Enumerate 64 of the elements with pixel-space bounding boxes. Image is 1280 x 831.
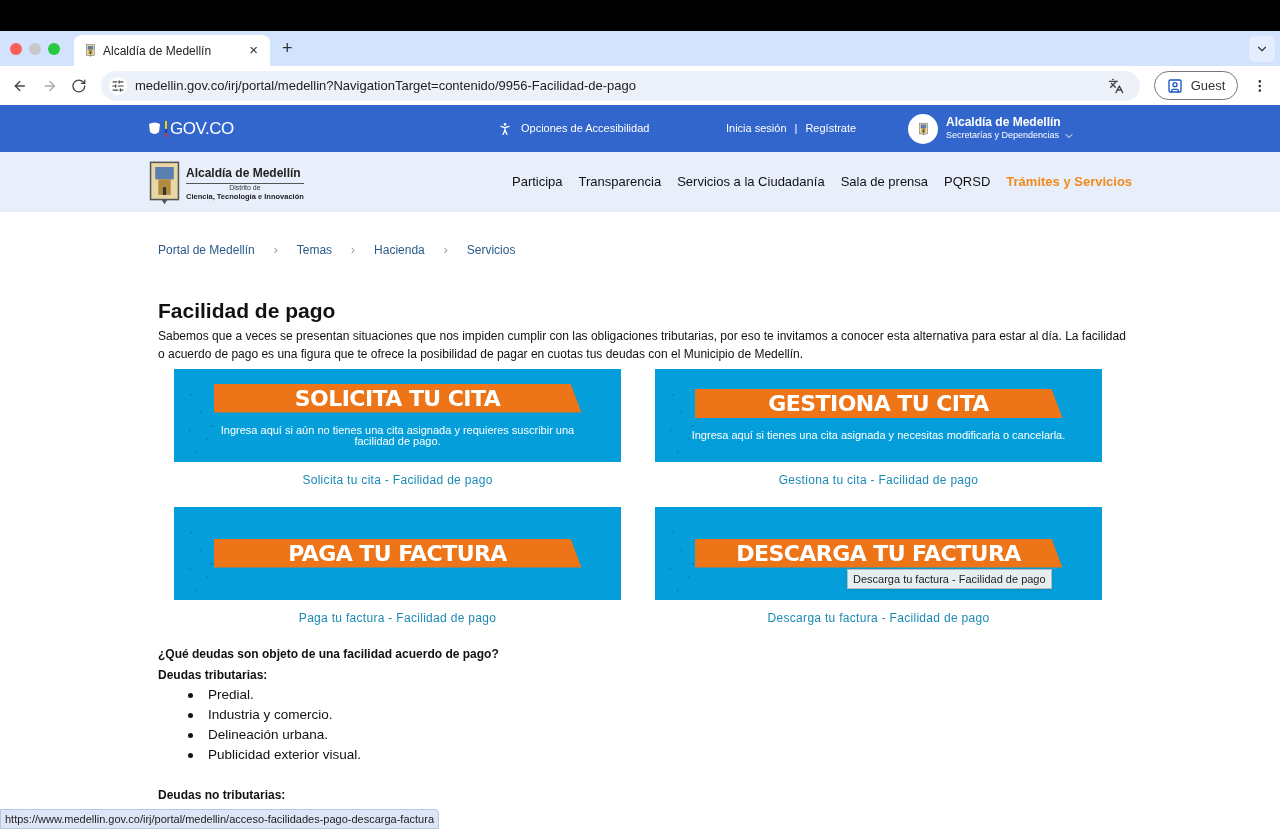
banner-subtitle: Ingresa aquí si tienes una cita asignada y necesitas modificarla o cancelarla. <box>690 430 1067 441</box>
gov-logo-text[interactable]: GOV.CO <box>170 115 234 142</box>
gov-emblem-icon <box>147 121 162 136</box>
new-tab-button[interactable]: + <box>282 35 293 62</box>
bullet-icon <box>188 713 193 718</box>
banner-link[interactable]: Descarga tu factura - Facilidad de pago <box>767 608 990 627</box>
breadcrumb-link[interactable]: Hacienda <box>374 241 425 259</box>
list-item: Publicidad exterior visual. <box>208 746 362 765</box>
address-bar[interactable]: medellin.gov.co/irj/portal/medellin?NavigationTarget=contenido/9956-Facilidad-de-pago <box>101 70 1140 101</box>
browser-tab[interactable]: Alcaldía de Medellín × <box>74 35 270 66</box>
reload-icon[interactable] <box>71 77 87 94</box>
link-divider: | <box>794 121 798 137</box>
login-link[interactable]: Inicia sesión <box>726 120 787 137</box>
close-tab-button[interactable]: × <box>249 39 258 62</box>
breadcrumb-link[interactable]: Servicios <box>466 241 516 259</box>
banner-title: PAGA TU FACTURA <box>288 539 507 568</box>
status-bar-url: https://www.medellin.gov.co/irj/portal/medellin/acceso-facilidades-pago-descarga-factura <box>0 808 439 829</box>
list-item: Predial. <box>208 686 254 705</box>
tab-title: Alcaldía de Medellín <box>103 42 213 60</box>
flag-stripe-icon <box>165 120 167 137</box>
profile-icon <box>1166 77 1183 94</box>
nav-link[interactable]: Sala de prensa <box>840 172 929 192</box>
maximize-window-icon[interactable] <box>48 42 60 55</box>
banner-subtitle: Ingresa aquí si aún no tienes una cita asignada y requieres suscribir una facilidad de pago. <box>219 424 576 447</box>
breadcrumb-separator: › <box>273 242 278 259</box>
coat-of-arms-icon <box>86 44 95 57</box>
list-item: Industria y comercio. <box>208 706 333 725</box>
breadcrumb-separator: › <box>443 242 448 259</box>
translate-icon[interactable] <box>1107 77 1124 94</box>
entity-subtitle[interactable]: Secretarías y Dependencias <box>946 130 1060 142</box>
breadcrumb-link[interactable]: Temas <box>296 241 333 259</box>
nav-link[interactable]: Transparencia <box>578 172 662 192</box>
nav-link[interactable]: PQRSD <box>944 172 991 192</box>
list-item: Delineación urbana. <box>208 726 329 745</box>
accessibility-link[interactable]: Opciones de Accesibilidad <box>521 120 650 137</box>
breadcrumb-separator: › <box>351 242 356 259</box>
section-heading: Deudas tributarias: <box>158 666 269 684</box>
question-heading: ¿Qué deudas son objeto de una facilidad acuerdo de pago? <box>158 645 500 663</box>
banner-link[interactable]: Paga tu factura - Facilidad de pago <box>298 608 497 627</box>
accessibility-icon <box>497 120 513 137</box>
register-link[interactable]: Regístrate <box>805 120 857 137</box>
page-title: Facilidad de pago <box>158 298 337 324</box>
url-text: medellin.gov.co/irj/portal/medellin?NavigationTarget=contenido/9956-Facilidad-de-pago <box>135 76 637 95</box>
banner-title: DESCARGA TU FACTURA <box>736 539 1021 568</box>
banner-title: SOLICITA TU CITA <box>294 384 501 413</box>
bullet-icon <box>188 733 193 738</box>
promo-banner[interactable]: DESCARGA TU FACTURA Descarga tu factura - Facilidad de pago <box>655 506 1102 600</box>
close-window-icon[interactable] <box>10 42 22 55</box>
intro-paragraph: Sabemos que a veces se presentan situaciones que nos impiden cumplir con las obligaciones tributarias, por eso te invitamos a conocer esta alternativa para estar al día. La facilidad o acuerdo de pago es una figura que te ofrece la posibilidad de pagar en cuotas tus deudas con el Municipio de Medellín. <box>158 327 1127 363</box>
coat-of-arms-icon <box>918 121 928 136</box>
bullet-icon <box>188 753 193 758</box>
tooltip: Descarga tu factura - Facilidad de pago <box>847 568 1052 589</box>
bullet-icon <box>188 693 193 698</box>
nav-link[interactable]: Participa <box>512 172 563 192</box>
tab-list-icon[interactable] <box>1249 35 1275 62</box>
banner-link[interactable]: Solicita tu cita - Facilidad de pago <box>302 470 493 489</box>
nav-link[interactable]: Servicios a la Ciudadanía <box>677 172 825 192</box>
section-heading: Deudas no tributarias: <box>158 786 287 804</box>
banner-link[interactable]: Gestiona tu cita - Facilidad de pago <box>778 470 979 489</box>
breadcrumb-link[interactable]: Portal de Medellín <box>158 241 255 259</box>
site-settings-icon[interactable] <box>109 76 127 95</box>
site-logo-title: Alcaldía de Medellín <box>186 164 302 182</box>
entity-title[interactable]: Alcaldía de Medellín <box>946 115 1076 130</box>
banner-title: GESTIONA TU CITA <box>768 390 989 418</box>
